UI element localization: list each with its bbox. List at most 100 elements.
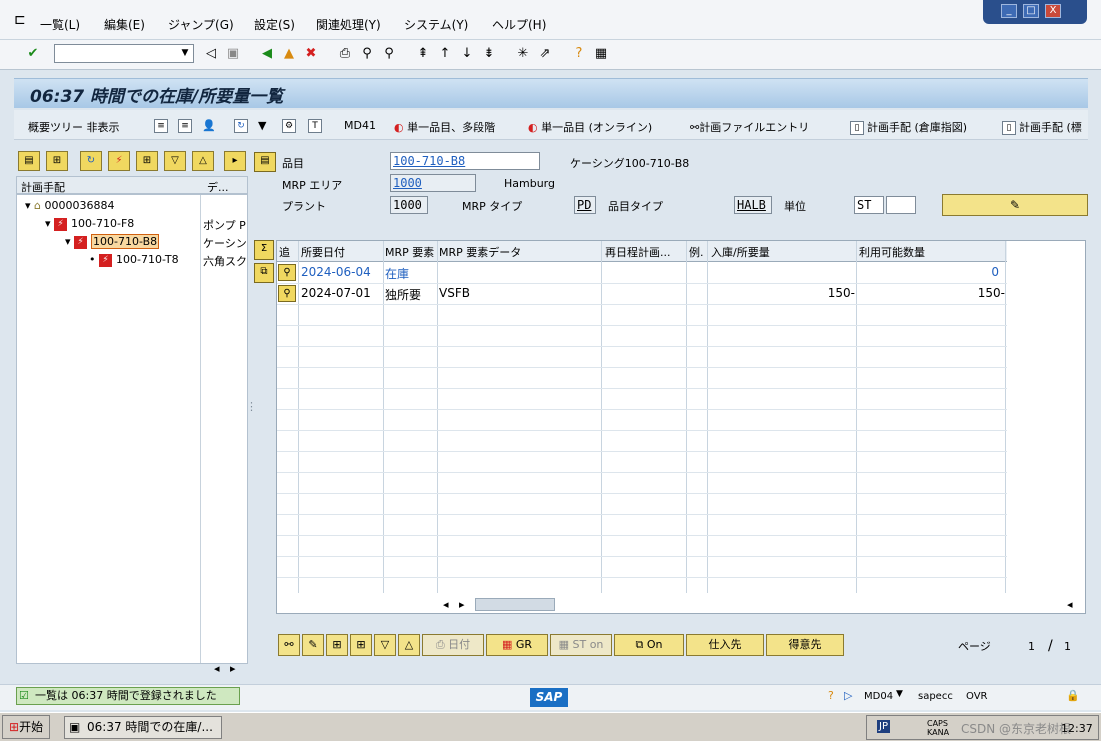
status-help-icon[interactable]: ? xyxy=(828,689,834,702)
tree-more-icon[interactable]: ▸ xyxy=(224,151,246,171)
save-icon[interactable]: ▣ xyxy=(224,45,242,63)
magnifier-icon[interactable]: ⚲ xyxy=(278,264,296,281)
choose-icon[interactable]: T xyxy=(308,119,325,133)
help-icon[interactable]: ? xyxy=(570,45,588,63)
status-expand-icon[interactable]: ▷ xyxy=(844,689,852,702)
layout-menu-icon[interactable]: ▦ xyxy=(592,45,610,63)
magnifier-icon[interactable]: ⚲ xyxy=(278,285,296,302)
menu-help[interactable]: ヘルプ(H) xyxy=(492,16,546,33)
last-page-icon[interactable]: ⇟ xyxy=(480,45,498,63)
column-header[interactable]: 再日程計画... xyxy=(605,244,687,260)
person-icon[interactable]: 👤 xyxy=(202,119,216,132)
tree-tool-1-icon[interactable]: ▤ xyxy=(18,151,40,171)
edit-icon-button[interactable]: ✎ xyxy=(302,634,324,656)
scroll-left-icon[interactable]: ◂ xyxy=(1067,598,1073,611)
ime-lang[interactable]: JP xyxy=(877,720,890,733)
next-page-icon[interactable]: ↓ xyxy=(458,45,476,63)
header-detail-button[interactable]: ✎ xyxy=(942,194,1088,216)
table-row[interactable]: ⚲ 2024-07-01 独所要 VSFB 150- 150- xyxy=(277,283,1007,304)
tree-row[interactable]: ▾ ⌂ 0000036884 xyxy=(17,197,249,215)
tree-row[interactable]: • ⚡ 100-710-T8 六角スク xyxy=(17,251,249,269)
customer-button[interactable]: 得意先 xyxy=(766,634,844,656)
single-item-multilevel-button[interactable]: ◐ 単一品目、多段階 xyxy=(394,119,495,135)
column-header[interactable]: 入庫/所要量 xyxy=(711,244,770,260)
minimize-button[interactable]: _ xyxy=(1001,4,1017,18)
planned-order-warehouse-button[interactable]: ▯ 計画手配 (倉庫指図) xyxy=(850,119,967,135)
start-button[interactable]: ⊞开始 xyxy=(2,715,50,739)
tree-alert-icon[interactable]: ⚡ xyxy=(108,151,130,171)
tree-row-selected[interactable]: ▾ ⚡ 100-710-B8 ケーシン xyxy=(17,233,249,251)
column-header[interactable]: 所要日付 xyxy=(301,244,345,260)
tree-expand-icon[interactable]: ▽ xyxy=(164,151,186,171)
back-icon[interactable]: ◀ xyxy=(258,45,276,63)
chevron-down-icon[interactable]: ▼ xyxy=(177,45,193,62)
tree-scroll-left-icon[interactable]: ◂ xyxy=(214,662,220,675)
material-type-field[interactable]: HALB xyxy=(734,196,772,214)
gr-button[interactable]: ▦ GR xyxy=(486,634,548,656)
hierarchy-icon-button[interactable]: ⊞ xyxy=(326,634,348,656)
mrp-area-field[interactable]: 1000 xyxy=(390,174,476,192)
close-button[interactable]: X xyxy=(1045,4,1061,18)
tree-hierarchy-icon[interactable]: ⊞ xyxy=(136,151,158,171)
menu-related[interactable]: 関連処理(Y) xyxy=(316,16,381,33)
enter-check-icon[interactable]: ✔ xyxy=(24,45,42,63)
refresh-icon[interactable]: ↻ xyxy=(234,119,251,133)
st-on-button[interactable]: ▦ ST on xyxy=(550,634,612,656)
expand-icon-button[interactable]: ▽ xyxy=(374,634,396,656)
menu-settings[interactable]: 設定(S) xyxy=(254,16,295,33)
tree-expander-icon[interactable]: ▾ xyxy=(25,199,31,212)
command-field[interactable]: ▼ xyxy=(54,44,194,63)
tree-scroll-right-icon[interactable]: ▸ xyxy=(230,662,236,675)
planning-file-button[interactable]: ⚯計画ファイルエントリ xyxy=(690,119,809,135)
on-button[interactable]: ⧉ On xyxy=(614,634,684,656)
scroll-right-icon[interactable]: ▸ xyxy=(459,598,465,611)
column-header[interactable]: 例. xyxy=(689,244,704,260)
menu-list[interactable]: 一覧(L) xyxy=(40,16,80,33)
insert-mode[interactable]: OVR xyxy=(966,691,987,702)
cancel-icon[interactable]: ✖ xyxy=(302,45,320,63)
menu-edit[interactable]: 編集(E) xyxy=(104,16,145,33)
prev-page-icon[interactable]: ↑ xyxy=(436,45,454,63)
collapse-left-icon[interactable]: ◁ xyxy=(202,45,220,63)
doc-icon[interactable]: ≡ xyxy=(154,119,171,133)
ime-mode[interactable]: CAPS KANA xyxy=(927,719,957,737)
column-header[interactable]: MRP 要素データ xyxy=(439,244,521,260)
md41-button[interactable]: MD41 xyxy=(344,119,376,132)
tree-expander-icon[interactable]: ▾ xyxy=(45,217,51,230)
menu-system-icon[interactable]: ⊏ xyxy=(14,12,26,28)
print-icon[interactable]: ⎙ xyxy=(336,45,354,63)
details-icon[interactable]: ⧉ xyxy=(254,263,274,283)
table-row[interactable]: ⚲ 2024-06-04 在庫 0 xyxy=(277,262,1007,283)
tree-refresh-icon[interactable]: ↻ xyxy=(80,151,102,171)
vendor-button[interactable]: 仕入先 xyxy=(686,634,764,656)
taskbar-window-item[interactable]: ▣ 06:37 時間での在庫/... xyxy=(64,716,222,739)
horizontal-scroll-thumb[interactable] xyxy=(475,598,555,611)
planned-order-std-button[interactable]: ▯ 計画手配 (標 xyxy=(1002,119,1082,135)
hide-overview-tree-button[interactable]: 概要ツリー 非表示 xyxy=(28,119,120,135)
tree-collapse-icon[interactable]: △ xyxy=(192,151,214,171)
doc-edit-icon[interactable]: ≡ xyxy=(178,119,195,133)
filter-icon[interactable]: ▼ xyxy=(258,119,266,132)
maximize-button[interactable]: □ xyxy=(1023,4,1039,18)
hierarchy2-icon-button[interactable]: ⊞ xyxy=(350,634,372,656)
column-header[interactable]: MRP 要素 xyxy=(385,244,437,260)
scroll-left-icon[interactable]: ◂ xyxy=(443,598,449,611)
column-header[interactable]: 利用可能数量 xyxy=(859,244,925,260)
tree-expander-icon[interactable]: ▾ xyxy=(65,235,71,248)
find-next-icon[interactable]: ⚲ xyxy=(380,45,398,63)
material-field[interactable]: 100-710-B8 xyxy=(390,152,540,170)
single-item-online-button[interactable]: ◐ 単一品目 (オンライン) xyxy=(528,119,652,135)
sum-icon[interactable]: Σ xyxy=(254,240,274,260)
settings-icon[interactable]: ⚙ xyxy=(282,119,299,133)
find-icon[interactable]: ⚲ xyxy=(358,45,376,63)
transaction-dropdown-icon[interactable]: ▼ xyxy=(896,689,903,699)
mrp-type-field[interactable]: PD xyxy=(574,196,596,214)
transaction-code[interactable]: MD04 xyxy=(864,691,893,702)
tree-tool-2-icon[interactable]: ⊞ xyxy=(46,151,68,171)
tree-row[interactable]: ▾ ⚡ 100-710-F8 ポンプ P xyxy=(17,215,249,233)
collapse-icon-button[interactable]: △ xyxy=(398,634,420,656)
menu-jump[interactable]: ジャンプ(G) xyxy=(168,16,234,33)
page-current[interactable]: 1 xyxy=(1028,640,1035,653)
first-page-icon[interactable]: ⇞ xyxy=(414,45,432,63)
shortcut-icon[interactable]: ⇗ xyxy=(536,45,554,63)
